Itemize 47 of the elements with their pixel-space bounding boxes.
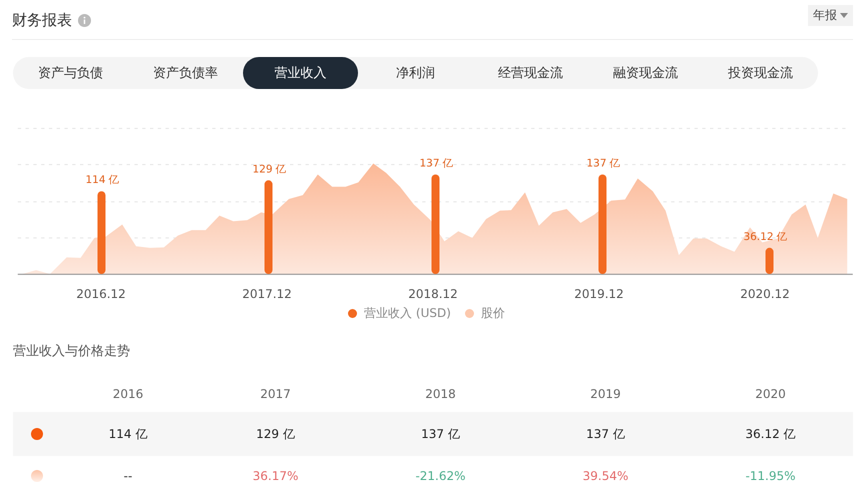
- tab[interactable]: 经营现金流: [473, 57, 588, 89]
- bar-value-label: 114: [85, 174, 106, 186]
- column-header: 2016: [112, 387, 144, 401]
- bar-value-label: 137: [419, 158, 440, 170]
- caret-icon: [840, 13, 848, 18]
- section-title: 财务报表: [12, 11, 72, 30]
- table-cell: 129 亿: [256, 426, 295, 440]
- unit-label: 亿: [442, 158, 454, 170]
- unit-label: 亿: [776, 230, 788, 243]
- tab[interactable]: 营业收入: [243, 57, 358, 89]
- column-header: 2020: [755, 387, 786, 401]
- axis-label: 2018.12: [408, 287, 458, 301]
- table-cell: 39.54%: [582, 469, 628, 482]
- legend-label: 营业收入 (USD): [364, 305, 451, 322]
- axis-label: 2020.12: [740, 287, 790, 301]
- column-header: 2018: [425, 387, 456, 401]
- table-title: 营业收入与价格走势: [13, 343, 131, 360]
- axis-label: 2016.12: [76, 287, 126, 301]
- revenue-bar: [766, 248, 774, 274]
- info-icon[interactable]: [78, 14, 91, 27]
- axis-label: 2019.12: [574, 287, 624, 301]
- bar-value-label: 137: [586, 158, 606, 170]
- axis-label: 2017.12: [242, 287, 292, 301]
- table-cell: 137 亿: [586, 426, 625, 440]
- tab[interactable]: 投资现金流: [703, 57, 818, 89]
- table-cell: -21.62%: [415, 469, 466, 482]
- table-cell: -11.95%: [745, 469, 796, 482]
- table-cell: 36.12 亿: [745, 426, 796, 440]
- unit-label: 亿: [610, 158, 620, 170]
- price-dot: [31, 470, 43, 482]
- tab[interactable]: 资产负债率: [128, 57, 243, 89]
- table-cell: --: [124, 469, 132, 482]
- legend-label: 股价: [480, 305, 505, 322]
- unit-label: 亿: [108, 174, 120, 186]
- table-cell: 114 亿: [108, 426, 148, 440]
- tab[interactable]: 净利润: [358, 57, 473, 89]
- tab[interactable]: 融资现金流: [588, 57, 703, 89]
- bar-value-label: 36.12: [743, 230, 774, 243]
- table-cell: 36.17%: [252, 469, 298, 482]
- column-header: 2017: [260, 387, 291, 401]
- table-cell: 137 亿: [421, 426, 460, 440]
- revenue-dot: [31, 428, 43, 440]
- bar-value-label: 129: [252, 163, 272, 176]
- period-dropdown[interactable]: 年报: [808, 5, 853, 26]
- column-header: 2019: [590, 387, 621, 401]
- unit-label: 亿: [276, 163, 286, 176]
- tab[interactable]: 资产与负债: [13, 57, 128, 89]
